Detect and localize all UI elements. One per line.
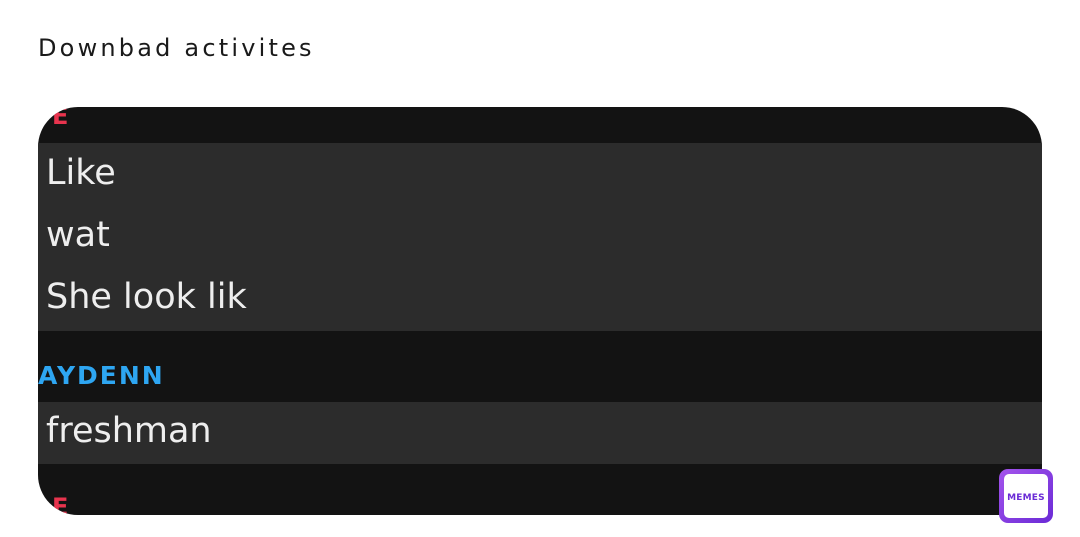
message-block-first: Like wat She look lik [38,143,1042,331]
meme-caption: Downbad activites [38,34,315,62]
sender-name-bottom: E [52,493,71,515]
message-line: freshman [46,411,212,451]
sender-name-top: E [52,107,71,130]
sender-name-aydenn: AYDENN [38,361,165,390]
message-block-second: freshman [38,402,1042,464]
chat-screenshot: E Like wat She look lik AYDENN freshman … [38,107,1042,515]
message-line: Like [46,153,116,193]
memes-logo: MEMES [999,469,1053,523]
message-line: wat [46,215,110,255]
message-line: She look lik [46,277,247,317]
memes-logo-text: MEMES [1007,493,1045,503]
memes-logo-envelope-icon: MEMES [1004,474,1048,518]
